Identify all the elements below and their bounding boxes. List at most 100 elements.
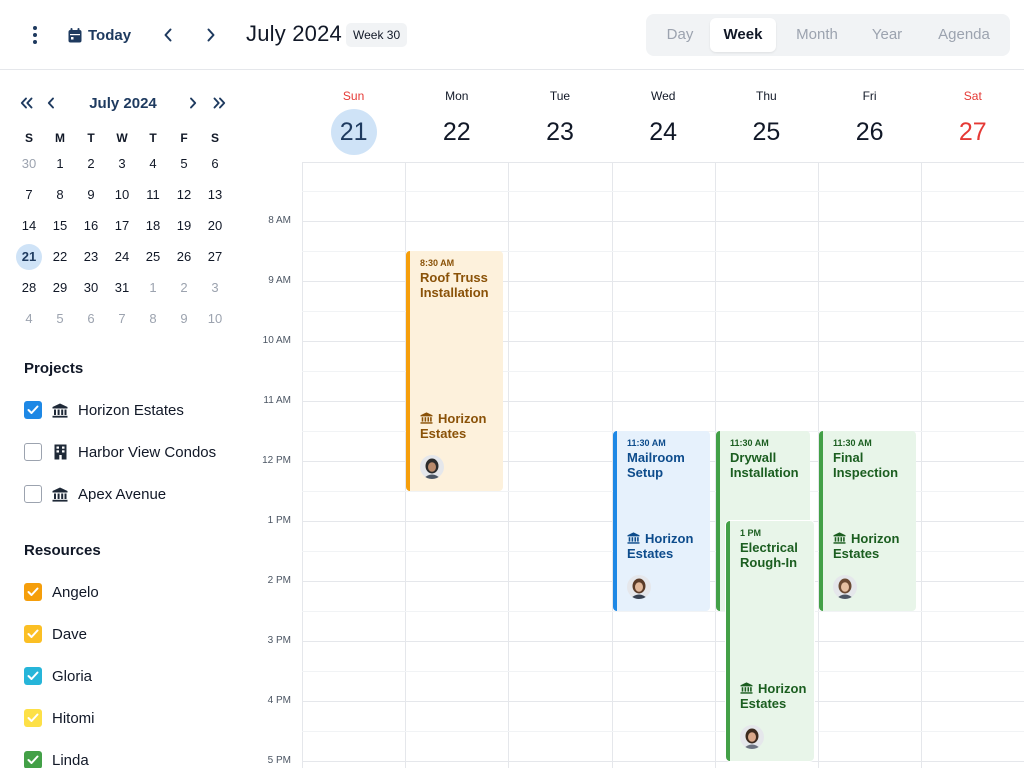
hour-gridline: [302, 761, 1024, 762]
view-week-tab[interactable]: Week: [710, 18, 776, 52]
mini-calendar-day[interactable]: 15: [47, 213, 73, 239]
mini-calendar-day[interactable]: 8: [47, 182, 73, 208]
calendar-event[interactable]: 11:30 AM Mailroom Setup Horizon Estates: [613, 431, 710, 611]
mini-calendar-day[interactable]: 10: [109, 182, 135, 208]
day-column-divider: [921, 71, 922, 768]
mini-calendar-day[interactable]: 11: [140, 182, 166, 208]
mini-calendar-day[interactable]: 7: [109, 306, 135, 332]
next-week-button[interactable]: [198, 22, 224, 48]
day-header-mon[interactable]: Mon 22: [405, 71, 509, 163]
mini-calendar-day[interactable]: 17: [109, 213, 135, 239]
mini-calendar-day[interactable]: 22: [47, 244, 73, 270]
day-header-sun[interactable]: Sun 21: [302, 71, 406, 163]
resource-filter-item[interactable]: Hitomi: [24, 708, 95, 728]
mini-calendar-day[interactable]: 5: [47, 306, 73, 332]
checked-checkbox[interactable]: [24, 709, 42, 727]
mini-calendar-day[interactable]: 10: [202, 306, 228, 332]
mini-calendar-day[interactable]: 5: [171, 151, 197, 177]
mini-calendar-day[interactable]: 7: [16, 182, 42, 208]
half-hour-gridline: [302, 611, 1024, 612]
mini-calendar-day[interactable]: 20: [202, 213, 228, 239]
view-month-tab[interactable]: Month: [782, 18, 852, 52]
mini-calendar-day[interactable]: 4: [16, 306, 42, 332]
mini-calendar-day[interactable]: 19: [171, 213, 197, 239]
double-chevron-left-icon: [20, 97, 32, 109]
checked-checkbox[interactable]: [24, 401, 42, 419]
day-header-tue[interactable]: Tue 23: [508, 71, 612, 163]
mini-calendar-day[interactable]: 12: [171, 182, 197, 208]
resource-label: Angelo: [52, 583, 99, 601]
checked-checkbox[interactable]: [24, 625, 42, 643]
day-header-sat[interactable]: Sat 27: [921, 71, 1024, 163]
half-hour-gridline: [302, 191, 1024, 192]
page-title: July 2024: [246, 21, 342, 46]
time-label: 5 PM: [267, 755, 291, 766]
calendar-event[interactable]: 1 PM Electrical Rough-In Horizon Estates: [726, 521, 814, 761]
view-year-tab[interactable]: Year: [858, 18, 916, 52]
mini-calendar-day[interactable]: 30: [16, 151, 42, 177]
mini-calendar-day[interactable]: 2: [171, 275, 197, 301]
day-header-wed[interactable]: Wed 24: [611, 71, 715, 163]
mini-calendar-day[interactable]: 2: [78, 151, 104, 177]
mini-weekday-label: M: [55, 131, 65, 145]
mini-calendar-day[interactable]: 1: [140, 275, 166, 301]
mini-calendar-day[interactable]: 27: [202, 244, 228, 270]
previous-month-button[interactable]: [42, 93, 60, 113]
day-header-thu[interactable]: Thu 25: [714, 71, 818, 163]
day-header-fri[interactable]: Fri 26: [818, 71, 922, 163]
mini-calendar-day[interactable]: 18: [140, 213, 166, 239]
calendar-event[interactable]: 11:30 AM Final Inspection Horizon Estates: [819, 431, 916, 611]
resource-filter-item[interactable]: Angelo: [24, 582, 99, 602]
mini-calendar-day[interactable]: 30: [78, 275, 104, 301]
next-month-button[interactable]: [184, 93, 202, 113]
double-chevron-right-icon: [213, 97, 225, 109]
mini-calendar-day[interactable]: 21: [16, 244, 42, 270]
mini-calendar-day[interactable]: 1: [47, 151, 73, 177]
avatar: [627, 575, 651, 599]
mini-calendar-day[interactable]: 3: [202, 275, 228, 301]
checkbox[interactable]: [24, 443, 42, 461]
mini-calendar-day[interactable]: 24: [109, 244, 135, 270]
mini-calendar-day[interactable]: 28: [16, 275, 42, 301]
view-agenda-tab[interactable]: Agenda: [926, 18, 1002, 52]
mini-calendar-day[interactable]: 13: [202, 182, 228, 208]
more-vertical-icon[interactable]: [24, 24, 46, 46]
calendar-icon: [68, 27, 82, 42]
mini-calendar-day[interactable]: 25: [140, 244, 166, 270]
previous-year-button[interactable]: [17, 93, 35, 113]
resource-label: Hitomi: [52, 709, 95, 727]
mini-calendar-day[interactable]: 6: [78, 306, 104, 332]
event-title: Roof Truss Installation: [420, 270, 489, 300]
mini-calendar-day[interactable]: 9: [78, 182, 104, 208]
project-filter-item[interactable]: Harbor View Condos: [24, 442, 216, 462]
mini-calendar-day[interactable]: 9: [171, 306, 197, 332]
date-number: 24: [649, 118, 678, 146]
previous-week-button[interactable]: [155, 22, 181, 48]
mini-calendar-day[interactable]: 8: [140, 306, 166, 332]
checked-checkbox[interactable]: [24, 583, 42, 601]
mini-calendar-day[interactable]: 31: [109, 275, 135, 301]
mini-calendar-day[interactable]: 26: [171, 244, 197, 270]
checked-checkbox[interactable]: [24, 751, 42, 768]
checkbox[interactable]: [24, 485, 42, 503]
resource-filter-item[interactable]: Dave: [24, 624, 87, 644]
mini-calendar-day[interactable]: 16: [78, 213, 104, 239]
chevron-right-icon: [207, 28, 215, 42]
resource-filter-item[interactable]: Linda: [24, 750, 89, 768]
project-filter-item[interactable]: Horizon Estates: [24, 400, 184, 420]
mini-calendar-day[interactable]: 6: [202, 151, 228, 177]
mini-calendar-day[interactable]: 3: [109, 151, 135, 177]
mini-calendar-day[interactable]: 29: [47, 275, 73, 301]
bank-building-icon: [420, 412, 433, 424]
resource-filter-item[interactable]: Gloria: [24, 666, 92, 686]
project-filter-item[interactable]: Apex Avenue: [24, 484, 166, 504]
mini-calendar-day[interactable]: 23: [78, 244, 104, 270]
projects-heading: Projects: [24, 360, 84, 377]
calendar-event[interactable]: 8:30 AM Roof Truss Installation Horizon Es…: [406, 251, 503, 491]
today-button[interactable]: Today: [68, 22, 131, 48]
mini-calendar-day[interactable]: 4: [140, 151, 166, 177]
mini-calendar-day[interactable]: 14: [16, 213, 42, 239]
next-year-button[interactable]: [210, 93, 228, 113]
checked-checkbox[interactable]: [24, 667, 42, 685]
view-day-tab[interactable]: Day: [650, 18, 710, 52]
